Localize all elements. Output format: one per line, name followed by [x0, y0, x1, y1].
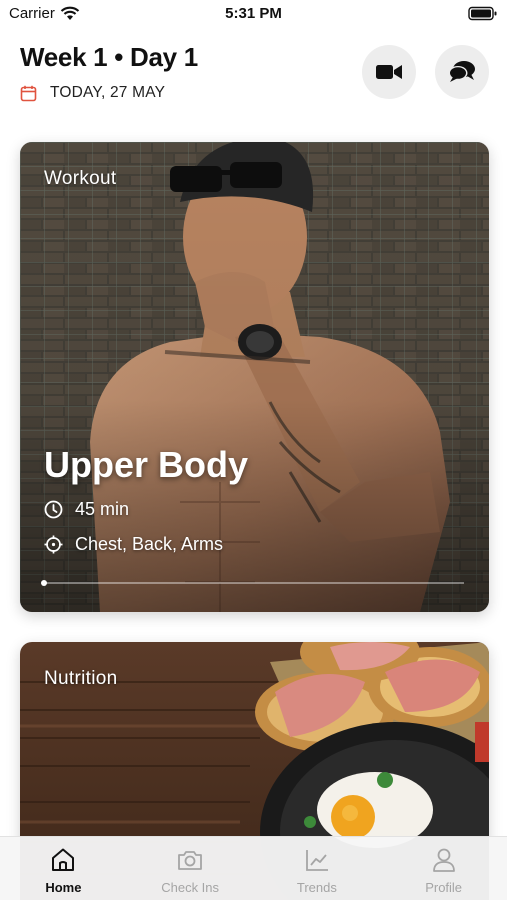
home-icon	[52, 848, 75, 871]
workout-card[interactable]: Workout Upper Body 45 min Chest, Back, A…	[20, 142, 489, 612]
target-muscles: Chest, Back, Arms	[75, 534, 224, 554]
camera-icon	[178, 851, 203, 870]
chart-icon	[305, 850, 328, 871]
status-bar: Carrier 5:31 PM	[0, 0, 507, 30]
video-call-button[interactable]	[362, 45, 416, 99]
tab-trends[interactable]: Trends	[254, 837, 381, 900]
tab-label-trends: Trends	[296, 880, 337, 895]
workout-card-label: Workout	[44, 168, 117, 189]
status-time: 5:31 PM	[225, 5, 282, 22]
tab-bar: Home Check Ins Trends Profile	[0, 836, 507, 900]
calendar-icon	[20, 85, 37, 101]
target-icon	[44, 535, 63, 554]
date-row: TODAY, 27 MAY	[20, 83, 165, 103]
chat-bubbles-icon	[448, 61, 475, 82]
tab-check-ins[interactable]: Check Ins	[127, 837, 254, 900]
chat-button[interactable]	[435, 45, 489, 99]
tab-label-profile: Profile	[425, 880, 463, 895]
clock-icon	[44, 500, 63, 519]
workout-progress-bar	[41, 580, 464, 586]
page-title: Week 1 • Day 1	[20, 42, 198, 72]
date-text: TODAY, 27 MAY	[50, 84, 166, 101]
tab-home[interactable]: Home	[0, 837, 127, 900]
workout-duration: 45 min	[75, 499, 130, 519]
duration-row: 45 min	[44, 499, 129, 520]
person-icon	[432, 848, 455, 872]
workout-title: Upper Body	[44, 444, 249, 485]
tab-label-check-ins: Check Ins	[161, 880, 220, 895]
muscles-row: Chest, Back, Arms	[44, 534, 223, 555]
tab-profile[interactable]: Profile	[380, 837, 507, 900]
video-camera-icon	[376, 65, 402, 79]
progress-indicator	[41, 580, 47, 586]
nutrition-card-label: Nutrition	[44, 668, 118, 689]
tab-label-home: Home	[45, 880, 82, 895]
battery-icon	[468, 6, 497, 21]
